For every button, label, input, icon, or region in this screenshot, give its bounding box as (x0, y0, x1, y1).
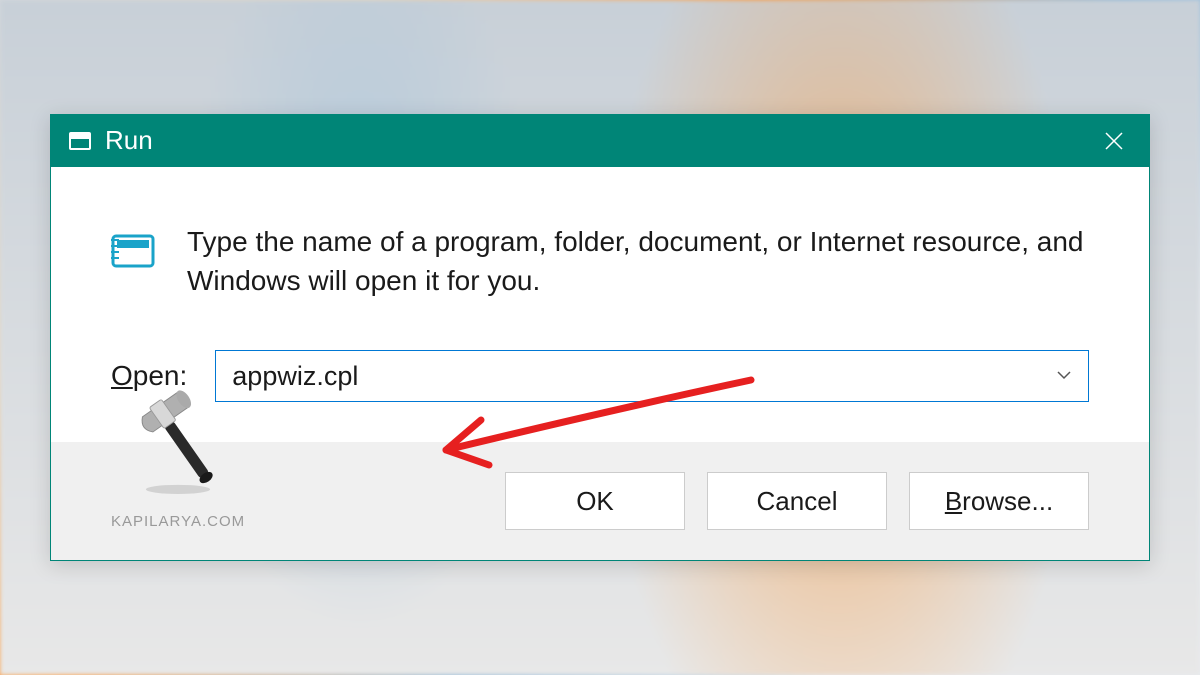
hammer-icon (123, 394, 233, 509)
run-dialog-icon (111, 230, 157, 270)
browse-button[interactable]: Browse... (909, 472, 1089, 530)
open-input[interactable] (232, 361, 1072, 392)
close-button[interactable] (1079, 115, 1149, 167)
open-combobox[interactable] (215, 350, 1089, 402)
watermark: KAPILARYA.COM (111, 394, 245, 530)
cancel-button[interactable]: Cancel (707, 472, 887, 530)
watermark-text: KAPILARYA.COM (111, 513, 245, 530)
chevron-down-icon[interactable] (1056, 367, 1072, 385)
button-row: KAPILARYA.COM OK Cancel Browse... (51, 442, 1149, 560)
titlebar[interactable]: Run (51, 115, 1149, 167)
run-dialog: Run Type the name of a program, folder, … (50, 114, 1150, 561)
dialog-description-area: Type the name of a program, folder, docu… (51, 167, 1149, 340)
ok-button[interactable]: OK (505, 472, 685, 530)
window-title: Run (105, 125, 1079, 156)
dialog-description: Type the name of a program, folder, docu… (187, 222, 1089, 300)
close-icon (1104, 131, 1124, 151)
run-titlebar-icon (69, 132, 91, 150)
